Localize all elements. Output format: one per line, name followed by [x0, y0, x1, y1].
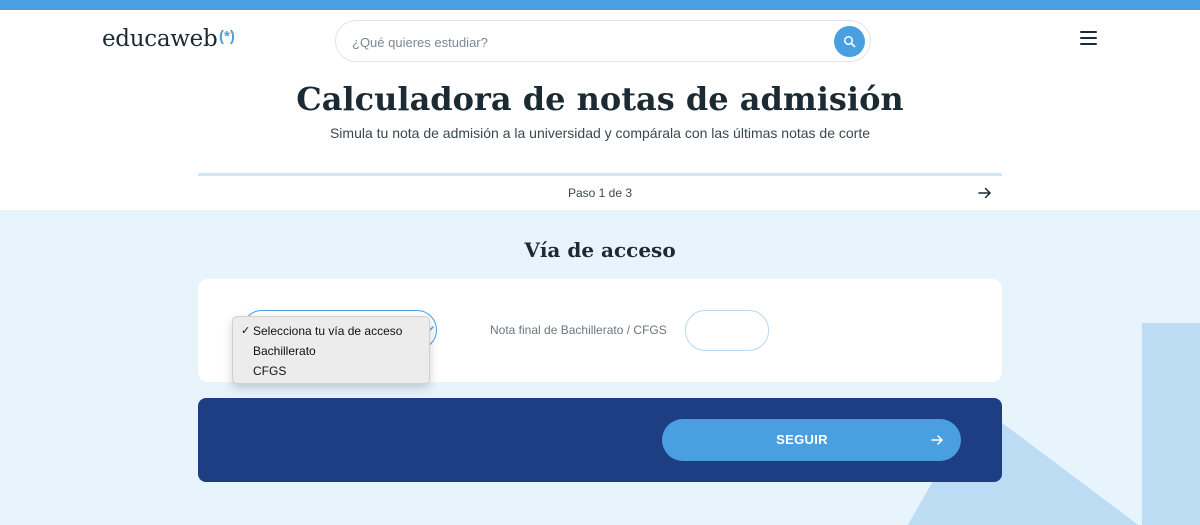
- arrow-right-icon[interactable]: [977, 185, 993, 201]
- educaweb-logo[interactable]: educaweb: [102, 26, 218, 52]
- top-accent-bar: [0, 0, 1200, 10]
- dropdown-option-cfgs[interactable]: CFGS: [233, 361, 429, 381]
- step-progress-line: [198, 173, 1002, 176]
- search-bar: [335, 20, 871, 62]
- checkmark-icon: ✓: [241, 325, 251, 337]
- seguir-button[interactable]: SEGUIR: [662, 419, 961, 461]
- dropdown-option-bachillerato[interactable]: Bachillerato: [233, 341, 429, 361]
- page-title: Calculadora de notas de admisión: [296, 80, 904, 118]
- dropdown-option-label: Bachillerato: [253, 344, 316, 358]
- seguir-button-label: SEGUIR: [776, 432, 828, 447]
- page-subtitle: Simula tu nota de admisión a la universi…: [329, 125, 871, 141]
- arrow-right-icon: [931, 435, 943, 445]
- logo-asterisk-mark: (*): [219, 28, 235, 45]
- search-button[interactable]: [834, 26, 865, 57]
- grade-field-label: Nota final de Bachillerato / CFGS: [490, 323, 667, 337]
- step-indicator: Paso 1 de 3: [567, 186, 633, 200]
- dropdown-option-label: CFGS: [253, 364, 287, 378]
- grade-input[interactable]: [685, 310, 769, 351]
- search-icon: [843, 35, 856, 48]
- dropdown-option-selecciona[interactable]: ✓ Selecciona tu vía de acceso: [233, 321, 429, 341]
- access-route-dropdown: ✓ Selecciona tu vía de acceso Bachillera…: [232, 316, 430, 384]
- hamburger-menu-icon[interactable]: [1080, 31, 1097, 46]
- decorative-shape: [1142, 323, 1200, 525]
- section-title: Vía de acceso: [524, 238, 676, 262]
- search-input[interactable]: [352, 33, 812, 51]
- dropdown-option-label: Selecciona tu vía de acceso: [253, 324, 403, 338]
